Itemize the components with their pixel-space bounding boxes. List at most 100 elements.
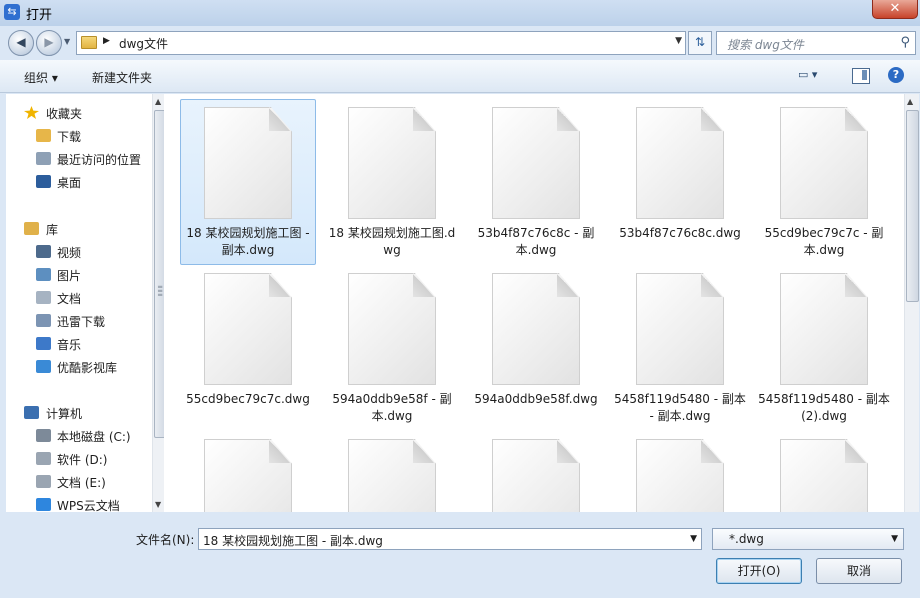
sidebar-item-label: 计算机	[46, 407, 83, 421]
file-item[interactable]	[612, 431, 748, 512]
cloud-icon	[36, 498, 51, 511]
sidebar-item[interactable]: 下载	[6, 125, 148, 147]
drive-icon	[36, 475, 51, 488]
file-name[interactable]: 55cd9bec79c7c.dwg	[182, 391, 314, 408]
file-item[interactable]: 55cd9bec79c7c - 副本.dwg	[756, 99, 892, 265]
file-item[interactable]	[324, 431, 460, 512]
file-item[interactable]: 18 某校园规划施工图.dwg	[324, 99, 460, 265]
scroll-up-icon[interactable]: ▲	[907, 97, 913, 106]
back-button[interactable]: ◀	[8, 30, 34, 56]
sidebar-item-label: 文档	[57, 292, 82, 306]
open-file-dialog: ⇆ 打开 ✕ ◀ ▶ ▼ ▶ dwg文件 ▼ ⇅ 搜索 dwg文件 ⚲ 组织 ▾…	[0, 0, 920, 598]
address-dropdown-icon[interactable]: ▼	[675, 36, 682, 46]
file-name[interactable]: 594a0ddb9e58f.dwg	[470, 391, 602, 408]
file-name[interactable]: 53b4f87c76c8c.dwg	[614, 225, 746, 242]
sidebar-item-label: 优酷影视库	[57, 361, 118, 375]
filename-field[interactable]: 18 某校园规划施工图 - 副本.dwg ▼	[198, 528, 702, 550]
sidebar-item[interactable]: 本地磁盘 (C:)	[6, 425, 148, 447]
file-name[interactable]: 5458f119d5480 - 副本 (2).dwg	[758, 391, 890, 425]
drive-icon	[36, 452, 51, 465]
download-folder-icon	[36, 129, 51, 142]
sidebar-item[interactable]: 迅雷下载	[6, 310, 148, 332]
file-type-value: *.dwg	[729, 532, 764, 546]
file-name[interactable]: 18 某校园规划施工图 - 副本.dwg	[182, 225, 314, 259]
file-item[interactable]: 18 某校园规划施工图 - 副本.dwg	[180, 99, 316, 265]
change-view-button[interactable]: ▭ ▾	[798, 68, 830, 84]
file-item[interactable]: 55cd9bec79c7c.dwg	[180, 265, 316, 431]
file-item[interactable]	[468, 431, 604, 512]
address-path[interactable]: dwg文件	[119, 35, 168, 52]
file-type-dropdown-icon[interactable]: ▼	[891, 534, 898, 544]
sidebar-item[interactable]: WPS云文档	[6, 494, 148, 516]
refresh-button[interactable]: ⇅	[688, 31, 712, 55]
sidebar-group-library[interactable]: 库	[6, 218, 148, 240]
sidebar-item-label: 桌面	[57, 176, 82, 190]
forward-button[interactable]: ▶	[36, 30, 62, 56]
filename-value[interactable]: 18 某校园规划施工图 - 副本.dwg	[203, 532, 383, 549]
sidebar-item-label: 迅雷下载	[57, 315, 106, 329]
file-name[interactable]: 55cd9bec79c7c - 副本.dwg	[758, 225, 890, 259]
scroll-grip-icon: ═ ═ ═	[158, 283, 163, 299]
sidebar-item[interactable]: 图片	[6, 264, 148, 286]
sidebar-item[interactable]: 音乐	[6, 333, 148, 355]
organize-button[interactable]: 组织 ▾	[24, 69, 58, 86]
file-item[interactable]	[180, 431, 316, 512]
file-list-scrollbar[interactable]: ▲	[904, 94, 919, 512]
file-name[interactable]: 18 某校园规划施工图.dwg	[326, 225, 458, 259]
sidebar-item[interactable]: 文档	[6, 287, 148, 309]
file-item[interactable]: 53b4f87c76c8c.dwg	[612, 99, 748, 265]
cancel-button[interactable]: 取消	[816, 558, 902, 584]
sidebar-group-star[interactable]: 收藏夹	[6, 102, 148, 124]
filename-dropdown-icon[interactable]: ▼	[690, 534, 697, 544]
open-button[interactable]: 打开(O)	[716, 558, 802, 584]
window-title: 打开	[26, 8, 53, 23]
file-name[interactable]: 53b4f87c76c8c - 副本.dwg	[470, 225, 602, 259]
sidebar-item[interactable]: 桌面	[6, 171, 148, 193]
dwg-file-icon[interactable]	[636, 439, 724, 512]
scroll-down-icon[interactable]: ▼	[155, 500, 161, 509]
search-input[interactable]: 搜索 dwg文件 ⚲	[716, 31, 916, 55]
recent-locations-dropdown[interactable]: ▼	[64, 37, 70, 46]
file-item[interactable]: 53b4f87c76c8c - 副本.dwg	[468, 99, 604, 265]
file-item[interactable]: 5458f119d5480 - 副本 (2).dwg	[756, 265, 892, 431]
youku-library-icon	[36, 360, 51, 373]
dwg-file-icon[interactable]	[204, 439, 292, 512]
sidebar-item-label: WPS云文档	[57, 499, 120, 513]
dwg-file-icon[interactable]	[348, 439, 436, 512]
file-name[interactable]: 5458f119d5480 - 副本 - 副本.dwg	[614, 391, 746, 425]
file-item[interactable]: 594a0ddb9e58f.dwg	[468, 265, 604, 431]
sidebar-item[interactable]: 视频	[6, 241, 148, 263]
sidebar-item-label: 下载	[57, 130, 82, 144]
search-icon[interactable]: ⚲	[900, 35, 910, 50]
system-drive-icon	[36, 429, 51, 442]
star-icon	[24, 106, 39, 119]
dwg-file-icon[interactable]	[780, 439, 868, 512]
breadcrumb-arrow-icon[interactable]: ▶	[103, 36, 110, 46]
preview-pane-button[interactable]	[852, 68, 870, 84]
dwg-file-icon[interactable]	[492, 439, 580, 512]
sidebar-group-computer[interactable]: 计算机	[6, 402, 148, 424]
help-icon[interactable]: ?	[888, 67, 904, 83]
file-name[interactable]: 594a0ddb9e58f - 副本.dwg	[326, 391, 458, 425]
scroll-up-icon[interactable]: ▲	[155, 97, 161, 106]
file-list[interactable]: 18 某校园规划施工图 - 副本.dwg 18 某校园规划施工图.dwg 53b4f…	[164, 94, 904, 512]
sidebar-item[interactable]: 优酷影视库	[6, 356, 148, 378]
file-item[interactable]	[756, 431, 892, 512]
sidebar-item[interactable]: 文档 (E:)	[6, 471, 148, 493]
sidebar-item-label: 软件 (D:)	[57, 453, 108, 467]
thunder-download-icon	[36, 314, 51, 327]
dialog-footer: 文件名(N): 18 某校园规划施工图 - 副本.dwg ▼ *.dwg ▼ 打…	[0, 514, 920, 598]
sidebar-item[interactable]: 最近访问的位置	[6, 148, 148, 170]
new-folder-button[interactable]: 新建文件夹	[92, 69, 152, 86]
file-item[interactable]: 5458f119d5480 - 副本 - 副本.dwg	[612, 265, 748, 431]
file-item[interactable]: 594a0ddb9e58f - 副本.dwg	[324, 265, 460, 431]
sidebar-item-label: 音乐	[57, 338, 82, 352]
sidebar-item[interactable]: 软件 (D:)	[6, 448, 148, 470]
address-bar[interactable]: ▶ dwg文件 ▼	[76, 31, 686, 55]
sidebar-item-label: 本地磁盘 (C:)	[57, 430, 131, 444]
file-list-scroll-thumb[interactable]	[906, 110, 919, 302]
title-bar: ⇆ 打开 ✕	[0, 0, 920, 26]
close-button[interactable]: ✕	[872, 0, 918, 19]
file-type-select[interactable]: *.dwg ▼	[712, 528, 904, 550]
command-toolbar: 组织 ▾ 新建文件夹 ▭ ▾ ?	[0, 60, 920, 93]
